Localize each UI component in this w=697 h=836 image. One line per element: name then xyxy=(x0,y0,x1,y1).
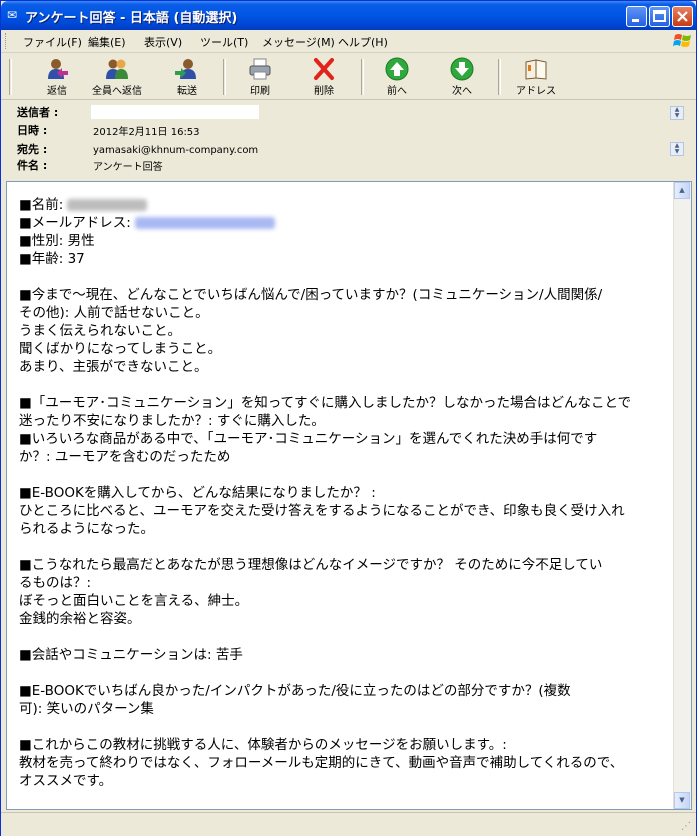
answer-line: うまく伝えられないこと。 xyxy=(19,323,181,339)
answer-line: その他): 人前で話せないこと。 xyxy=(19,305,209,321)
windows-logo-icon xyxy=(672,31,694,51)
arrow-up-icon xyxy=(385,57,409,81)
question-line: ■こうなれたら最高だとあなたが思う理想像はどんなイメージですか？ そのために今不… xyxy=(19,557,603,573)
message-window: ✉ アンケート回答 - 日本語 (自動選択) ファイル(F) 編集(E) 表示(… xyxy=(0,0,697,836)
email-line: ■メールアドレス: xyxy=(19,214,667,232)
message-text: ■名前: ■メールアドレス: ■性別: 男性 ■年齢: 37 ■今まで〜現在、ど… xyxy=(19,196,667,790)
message-header: 送信者 : ▲ ▼ 日時 : 2012年2月11日 16:53 宛先 : yama… xyxy=(5,101,692,177)
menu-file[interactable]: ファイル(F) xyxy=(23,34,82,50)
answer-line: ひところに比べると、ユーモアを交えた受け答えをするようになることができ、印象も良… xyxy=(19,503,625,519)
menu-help[interactable]: ヘルプ(H) xyxy=(338,34,388,50)
resize-grip-icon[interactable]: ⋰ xyxy=(681,821,693,833)
answer-line: あまり、主張ができないこと。 xyxy=(19,359,208,375)
date-label: 日時 : xyxy=(17,124,48,137)
question-line: ■これからこの教材に挑戦する人に、体験者からのメッセージをお願いします。: xyxy=(19,737,507,753)
header-expand-button[interactable]: ▲ ▼ xyxy=(670,106,684,120)
reply-button[interactable]: 返信 xyxy=(27,57,87,97)
close-button[interactable] xyxy=(672,6,693,27)
title-bar[interactable]: ✉ アンケート回答 - 日本語 (自動選択) xyxy=(1,1,696,30)
question-line: ■会話やコミュニケーションは: 苦手 xyxy=(19,647,243,663)
to-label: 宛先 : xyxy=(17,143,48,156)
menu-tools[interactable]: ツール(T) xyxy=(200,34,248,50)
address-book-button[interactable]: アドレス xyxy=(506,57,566,97)
question-line: ■「ユーモア･コミュニケーション」を知ってすぐに購入しましたか？しなかった場合は… xyxy=(19,395,632,411)
name-line: ■名前: xyxy=(19,196,667,214)
window-title: アンケート回答 - 日本語 (自動選択) xyxy=(25,11,238,26)
redacted-email xyxy=(134,217,275,229)
menu-bar: ファイル(F) 編集(E) 表示(V) ツール(T) メッセージ(M) ヘルプ(… xyxy=(1,30,696,53)
message-body[interactable]: ■名前: ■メールアドレス: ■性別: 男性 ■年齢: 37 ■今まで〜現在、ど… xyxy=(6,181,692,810)
age-line: ■年齢: 37 xyxy=(19,251,85,267)
delete-button[interactable]: 削除 xyxy=(294,57,354,97)
answer-line: 金銭的余裕と容姿。 xyxy=(19,611,141,627)
question-line: ■E-BOOKでいちばん良かった/インパクトがあった/役に立ったのはどの部分です… xyxy=(19,683,571,699)
question-line: るものは？: xyxy=(19,575,92,591)
maximize-icon xyxy=(653,10,666,22)
toolbar-separator xyxy=(498,59,501,95)
vertical-scrollbar[interactable]: ▲ ▼ xyxy=(673,182,691,809)
to-value: yamasaki@khnum-company.com xyxy=(93,145,259,156)
print-button[interactable]: 印刷 xyxy=(230,57,290,97)
recipients-expand-button[interactable]: ▲ ▼ xyxy=(670,142,684,156)
arrow-down-icon xyxy=(450,57,474,81)
menu-view[interactable]: 表示(V) xyxy=(144,34,182,50)
message-icon: ✉ xyxy=(7,8,18,22)
forward-button[interactable]: 転送 xyxy=(157,57,217,97)
toolbar: 返信 全員へ返信 転送 印刷 削除 前へ 次へ アドレス xyxy=(1,53,696,100)
next-button[interactable]: 次へ xyxy=(432,57,492,97)
reply-all-icon xyxy=(106,59,128,79)
question-line: ■今まで〜現在、どんなことでいちばん悩んで/困っていますか？(コミュニケーション… xyxy=(19,287,603,303)
subject-label: 件名 : xyxy=(17,159,48,172)
answer-line: 迷ったり不安になりましたか？: すぐに購入した。 xyxy=(19,413,325,429)
answer-line: か？: ユーモアを含むのだったため xyxy=(19,449,231,465)
toolbar-grip[interactable] xyxy=(9,59,12,95)
reply-icon xyxy=(48,59,68,79)
close-icon xyxy=(677,11,688,22)
answer-line: 教材を売って終わりではなく、フォローメールも定期的にきて、動画や音声で補助してく… xyxy=(19,755,624,771)
from-field xyxy=(91,105,259,119)
address-book-icon xyxy=(525,59,547,80)
date-value: 2012年2月11日 16:53 xyxy=(93,127,200,138)
status-bar: ⋰ xyxy=(1,812,696,836)
gender-line: ■性別: 男性 xyxy=(19,233,95,249)
question-line: ■E-BOOKを購入してから、どんな結果になりましたか？ : xyxy=(19,485,376,501)
answer-line: 聞くばかりになってしまうこと。 xyxy=(19,341,222,357)
minimize-icon xyxy=(632,19,639,22)
subject-value: アンケート回答 xyxy=(93,162,163,173)
redacted-name xyxy=(67,199,148,211)
forward-icon xyxy=(175,59,196,79)
delete-icon xyxy=(314,58,334,80)
previous-button[interactable]: 前へ xyxy=(367,57,427,97)
maximize-button[interactable] xyxy=(649,6,670,27)
menu-message[interactable]: メッセージ(M) xyxy=(262,34,335,50)
answer-line: 可): 笑いのパターン集 xyxy=(19,701,154,717)
menu-grip[interactable] xyxy=(5,33,9,49)
toolbar-separator xyxy=(361,59,364,95)
toolbar-separator xyxy=(223,59,226,95)
answer-line: られるようになった。 xyxy=(19,521,154,537)
scroll-up-button[interactable]: ▲ xyxy=(674,182,690,199)
menu-edit[interactable]: 編集(E) xyxy=(88,34,126,50)
printer-icon xyxy=(249,58,271,80)
minimize-button[interactable] xyxy=(626,6,647,27)
reply-all-button[interactable]: 全員へ返信 xyxy=(87,57,147,97)
from-label: 送信者 : xyxy=(17,106,59,119)
question-line: ■いろいろな商品がある中で、「ユーモア･コミュニケーション」を選んでくれた決め手… xyxy=(19,431,598,447)
answer-line: オススメです。 xyxy=(19,773,113,789)
answer-line: ぼそっと面白いことを言える、紳士。 xyxy=(19,593,249,609)
scroll-down-button[interactable]: ▼ xyxy=(674,792,690,809)
